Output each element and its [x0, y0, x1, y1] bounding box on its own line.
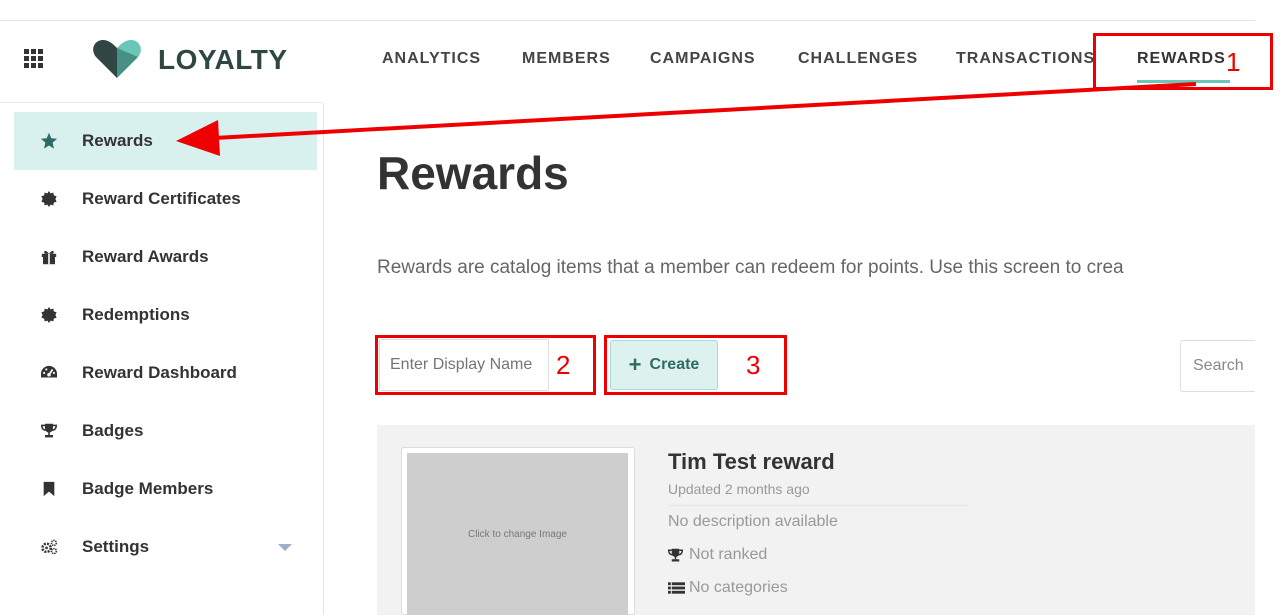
- annotation-arrow: [176, 82, 1197, 156]
